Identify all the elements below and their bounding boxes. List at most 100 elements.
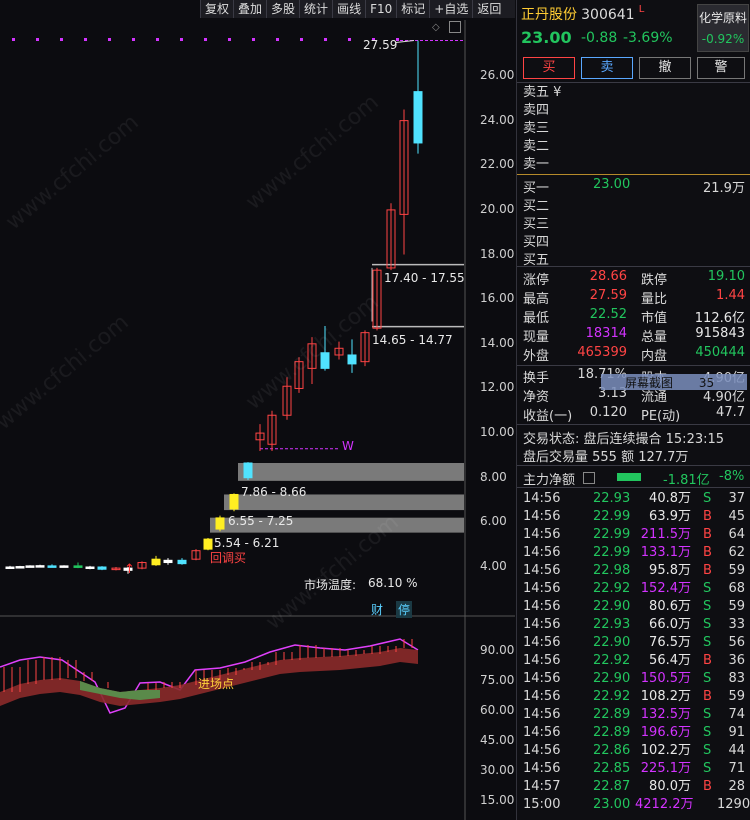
price-tick-label: 22.00 xyxy=(480,157,515,172)
candle-body xyxy=(85,566,95,569)
candle-body xyxy=(59,565,69,568)
toolbar-overlay-button[interactable]: 叠加 xyxy=(233,0,266,18)
candle-body xyxy=(47,565,57,568)
stat-label: 最低 xyxy=(523,311,550,326)
stat-label: 收益(一) xyxy=(523,409,573,424)
tick-row: 14:57 22.87 80.0万 B 28 xyxy=(517,778,750,796)
tick-count: 59 xyxy=(728,599,745,614)
tick-time: 14:56 xyxy=(523,743,561,758)
tick-time: 14:56 xyxy=(523,491,561,506)
toolbar-f10-button[interactable]: F10 xyxy=(365,0,396,18)
tick-row: 14:56 22.98 95.8万 B 59 xyxy=(517,562,750,580)
tick-volume: 66.0万 xyxy=(649,617,691,632)
diamond-icon[interactable]: ◇ xyxy=(432,22,440,33)
tick-volume: 108.2万 xyxy=(640,689,691,704)
tick-time: 15:00 xyxy=(523,797,561,812)
tick-time: 14:56 xyxy=(523,509,561,524)
signal-dot xyxy=(180,38,183,41)
tick-side: B xyxy=(703,545,712,560)
tick-count: 83 xyxy=(728,671,745,686)
candle-body xyxy=(229,493,239,510)
tick-row: 14:56 22.85 225.1万 S 71 xyxy=(517,760,750,778)
stat-value: 0.120 xyxy=(589,405,627,420)
tick-time: 14:56 xyxy=(523,617,561,632)
tick-volume: 95.8万 xyxy=(649,563,691,578)
tick-count: 71 xyxy=(728,761,745,776)
tick-time: 14:56 xyxy=(523,599,561,614)
badge-ting[interactable]: 停 xyxy=(396,601,413,618)
tick-volume: 56.4万 xyxy=(649,653,691,668)
panel-toggle-icon[interactable] xyxy=(449,21,461,33)
zone-label-1: 17.40 - 17.55 xyxy=(384,271,465,285)
screenshot-overlay[interactable]: 屏幕截图 35 xyxy=(601,374,747,390)
net-flow-label: 主力净额 xyxy=(523,473,576,488)
sell-button[interactable]: 卖 xyxy=(581,57,633,79)
indicator-tick-label: 75.00 xyxy=(480,673,515,687)
candle-body xyxy=(151,558,161,566)
tick-row: 14:56 22.99 211.5万 B 64 xyxy=(517,526,750,544)
cancel-button[interactable]: 撤 xyxy=(639,57,691,79)
tick-time: 14:56 xyxy=(523,689,561,704)
tick-row: 14:56 22.90 76.5万 S 56 xyxy=(517,634,750,652)
market-temp-value: 68.10 % xyxy=(368,576,418,590)
stat-value: 27.59 xyxy=(589,288,627,303)
stat-label: 涨停 xyxy=(523,273,550,288)
chart-toolbar: 复权 叠加 多股 统计 画线 F10 标记 +自选 返回 xyxy=(200,0,515,18)
stat-value: 18314 xyxy=(585,326,627,341)
alert-button[interactable]: 警 xyxy=(697,57,745,79)
tick-price: 22.92 xyxy=(593,689,631,704)
toolbar-stats-button[interactable]: 统计 xyxy=(299,0,332,18)
tick-side: B xyxy=(703,653,712,668)
signal-dot xyxy=(276,38,279,41)
tick-time: 14:56 xyxy=(523,527,561,542)
signal-dot xyxy=(204,38,207,41)
tick-volume: 76.5万 xyxy=(649,635,691,650)
tick-row: 14:56 22.89 132.5万 S 74 xyxy=(517,706,750,724)
toolbar-mark-button[interactable]: 标记 xyxy=(396,0,429,18)
toolbar-multi-button[interactable]: 多股 xyxy=(266,0,299,18)
sector-box[interactable]: 化学原料 -0.92% xyxy=(697,4,749,52)
stat-value: 19.10 xyxy=(707,269,745,284)
tick-volume: 63.9万 xyxy=(649,509,691,524)
price-tick-label: 14.00 xyxy=(480,335,515,350)
tick-side: B xyxy=(703,779,712,794)
stat-value: 1.44 xyxy=(716,288,745,303)
price-tick-label: 12.00 xyxy=(480,380,515,395)
zone-label-2: 14.65 - 14.77 xyxy=(372,333,453,347)
candle-body xyxy=(73,565,83,568)
toolbar-back-button[interactable]: 返回 xyxy=(472,0,505,18)
tick-time: 14:56 xyxy=(523,563,561,578)
tick-price: 22.89 xyxy=(593,725,631,740)
tick-row: 14:56 22.90 80.6万 S 59 xyxy=(517,598,750,616)
net-flow-icon[interactable] xyxy=(583,472,595,484)
ask-level-2: 卖二 xyxy=(523,139,550,154)
stat-value: 450444 xyxy=(695,345,745,360)
tick-time: 14:56 xyxy=(523,761,561,776)
signal-dot xyxy=(300,38,303,41)
tick-side: S xyxy=(703,761,712,776)
candle-body xyxy=(25,565,35,568)
price-tick-label: 10.00 xyxy=(480,425,515,440)
tick-side: S xyxy=(703,743,712,758)
signal-dot xyxy=(12,38,15,41)
signal-dot xyxy=(84,38,87,41)
zone-label-4: 6.55 - 7.25 xyxy=(228,514,294,528)
tick-count: 1290 xyxy=(717,797,750,812)
tick-row: 14:56 22.99 63.9万 B 45 xyxy=(517,508,750,526)
toolbar-draw-button[interactable]: 画线 xyxy=(332,0,365,18)
kline-chart-area[interactable]: 26.00 24.00 22.00 20.00 18.00 16.00 14.00 12.00… xyxy=(0,0,515,820)
tick-price: 22.89 xyxy=(593,707,631,722)
toolbar-watchlist-button[interactable]: +自选 xyxy=(429,0,472,18)
buy-button[interactable]: 买 xyxy=(523,57,575,79)
candle-body xyxy=(35,565,45,568)
sector-name: 化学原料 xyxy=(698,11,747,25)
tick-price: 22.85 xyxy=(593,761,631,776)
tick-time: 14:56 xyxy=(523,545,561,560)
tick-price: 23.00 xyxy=(593,797,631,812)
signal-dot xyxy=(36,38,39,41)
toolbar-fuquan-button[interactable]: 复权 xyxy=(200,0,233,18)
badge-cai[interactable]: 财 xyxy=(371,601,383,618)
tick-side: B xyxy=(703,689,712,704)
tick-row: 14:56 22.90 150.5万 S 83 xyxy=(517,670,750,688)
entry-point-label: 进场点 xyxy=(198,677,235,691)
